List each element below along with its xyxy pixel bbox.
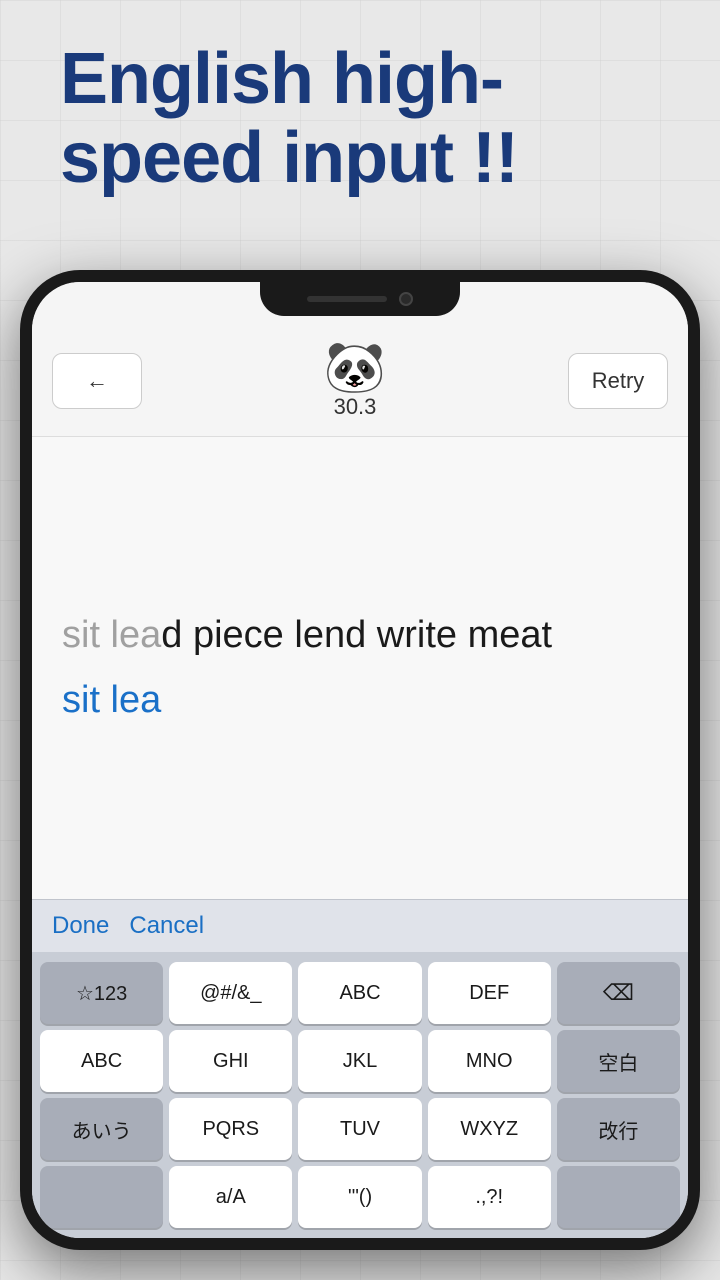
retry-label: Retry <box>592 368 645 394</box>
header-title: English high- speed input !! <box>60 40 660 198</box>
key-symbols[interactable]: @#/&_ <box>169 962 292 1024</box>
key-enter[interactable]: 改行 <box>557 1098 680 1160</box>
phone-screen: ← 🐼 30.3 Retry sit lead piece lend write… <box>32 282 688 1238</box>
keyboard-row-1: ☆123 @#/&_ ABC DEF ⌫ <box>40 962 680 1024</box>
key-case-toggle[interactable]: a/A <box>169 1166 292 1228</box>
key-tuv[interactable]: TUV <box>298 1098 421 1160</box>
key-empty-bottom-right <box>557 1166 680 1228</box>
key-ghi[interactable]: GHI <box>169 1030 292 1092</box>
phone-notch <box>260 282 460 316</box>
score-display: 30.3 <box>334 394 377 420</box>
phone-frame: ← 🐼 30.3 Retry sit lead piece lend write… <box>20 270 700 1280</box>
key-jkl[interactable]: JKL <box>298 1030 421 1092</box>
key-quotes[interactable]: '"() <box>298 1166 421 1228</box>
backspace-button[interactable]: ⌫ <box>557 962 680 1024</box>
backspace-icon: ⌫ <box>603 980 634 1006</box>
key-special-123[interactable]: ☆123 <box>40 962 163 1024</box>
key-abc[interactable]: ABC <box>298 962 421 1024</box>
keyboard-row-2: ABC GHI JKL MNO 空白 <box>40 1030 680 1092</box>
completed-text: sit lea <box>62 614 161 656</box>
title-line1: English high- <box>60 39 503 119</box>
key-space-japanese[interactable]: 空白 <box>557 1030 680 1092</box>
key-pqrs[interactable]: PQRS <box>169 1098 292 1160</box>
panda-container: 🐼 30.3 <box>158 342 552 420</box>
phone-outer: ← 🐼 30.3 Retry sit lead piece lend write… <box>20 270 700 1250</box>
key-hiragana[interactable]: あいう <box>40 1098 163 1160</box>
cancel-button[interactable]: Cancel <box>129 912 204 940</box>
remaining-text: d piece lend write meat <box>161 614 552 656</box>
back-icon: ← <box>86 368 108 394</box>
key-def[interactable]: DEF <box>428 962 551 1024</box>
panda-icon: 🐼 <box>324 342 386 392</box>
key-wxyz[interactable]: WXYZ <box>428 1098 551 1160</box>
key-abc2[interactable]: ABC <box>40 1030 163 1092</box>
key-empty-bottom-left <box>40 1166 163 1228</box>
title-line2: speed input !! <box>60 118 518 198</box>
key-punctuation[interactable]: .,?! <box>428 1166 551 1228</box>
keyboard: ☆123 @#/&_ ABC DEF ⌫ <box>32 952 688 1238</box>
notch-camera <box>399 292 413 306</box>
text-display: sit lead piece lend write meat sit lea <box>32 437 688 899</box>
typed-text: sit lea <box>62 676 658 725</box>
keyboard-row-3: あいう PQRS TUV WXYZ 改行 <box>40 1098 680 1160</box>
target-line: sit lead piece lend write meat <box>62 611 658 660</box>
key-mno[interactable]: MNO <box>428 1030 551 1092</box>
keyboard-toolbar: Done Cancel <box>32 899 688 952</box>
done-button[interactable]: Done <box>52 912 109 940</box>
back-button[interactable]: ← <box>52 353 142 409</box>
retry-button[interactable]: Retry <box>568 353 668 409</box>
keyboard-row-4: a/A '"() .,?! <box>40 1166 680 1228</box>
notch-bar <box>307 296 387 302</box>
